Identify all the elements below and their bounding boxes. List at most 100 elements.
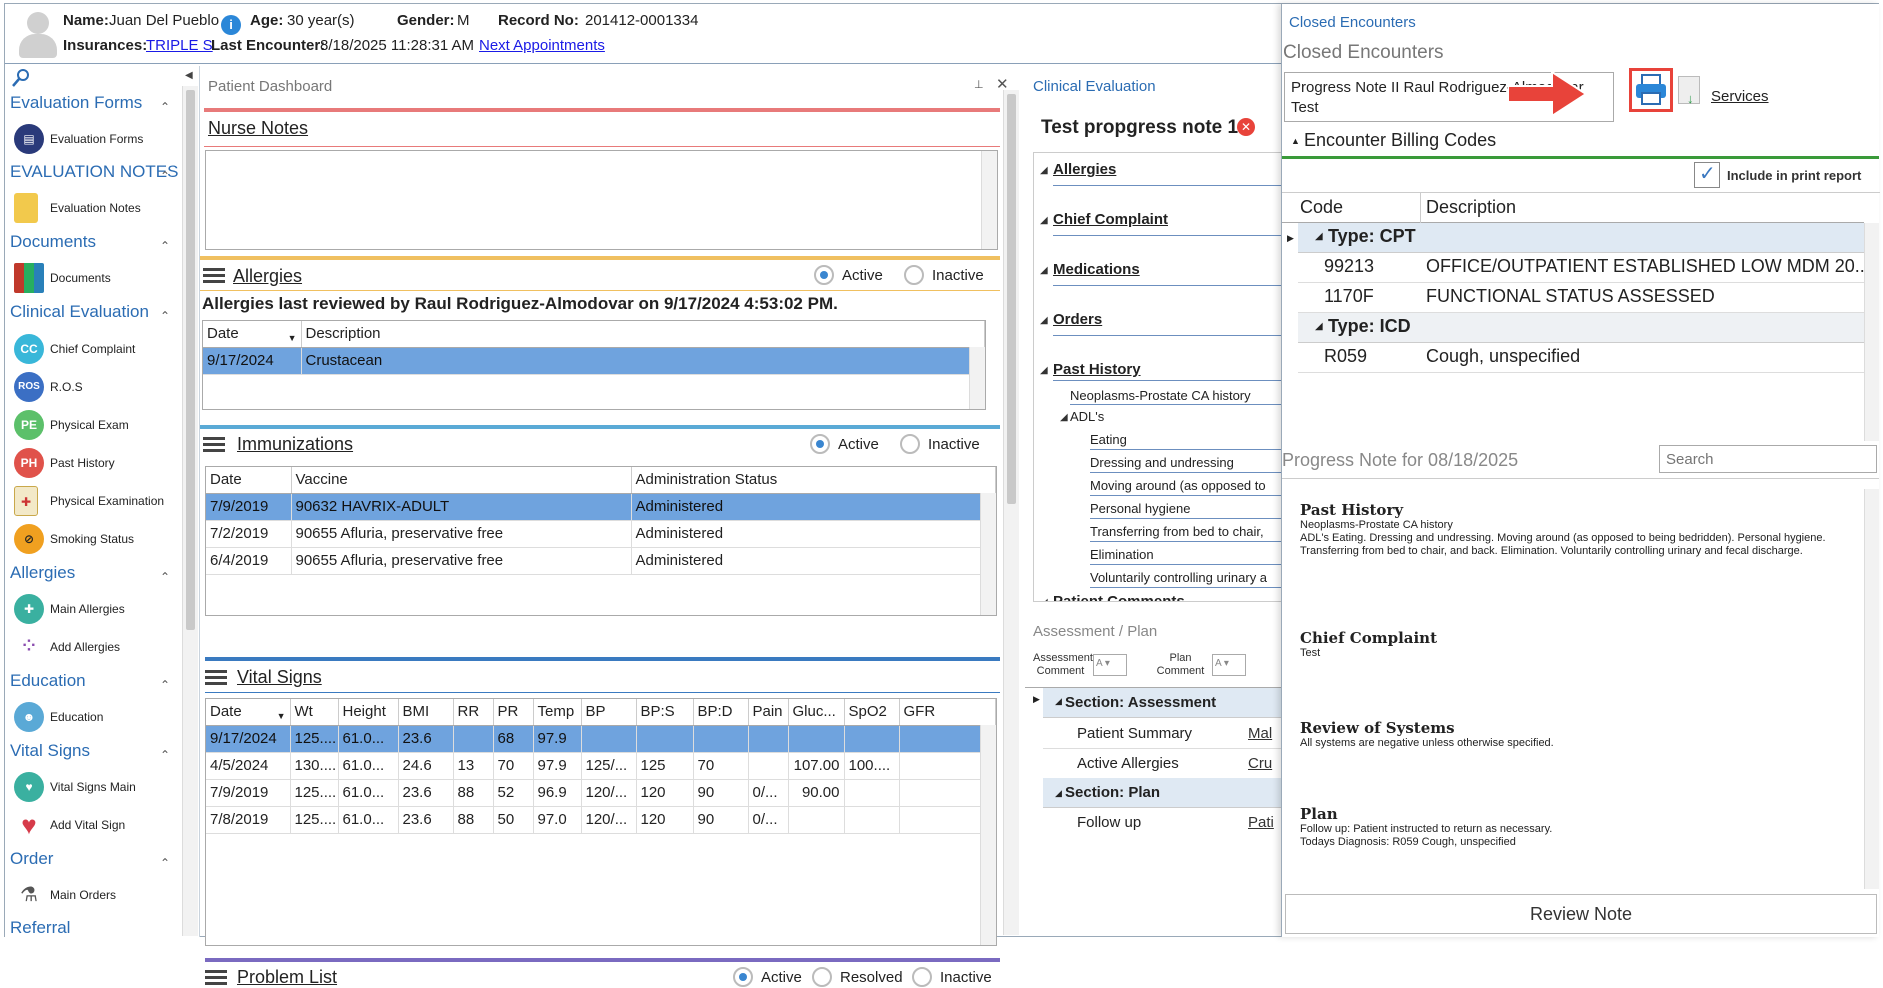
col-header-description[interactable]: Description <box>301 321 985 348</box>
cpt-description[interactable]: FUNCTIONAL STATUS ASSESSED <box>1426 286 1715 307</box>
immunizations-title[interactable]: Immunizations <box>237 434 353 455</box>
table-row[interactable]: 7/8/2019 125.... 61.0... 23.6 88 50 97.0 120/..… <box>206 806 996 834</box>
collapse-sidebar-icon[interactable]: ◀ <box>185 70 193 81</box>
scrollbar[interactable] <box>980 725 996 945</box>
sidebar-item-add-allergies[interactable]: ⁘ Add Allergies <box>10 632 160 662</box>
immunizations-inactive-radio[interactable]: Inactive <box>900 434 980 454</box>
insurance-link[interactable]: TRIPLE S <box>146 37 213 54</box>
chevron-up-icon[interactable]: ⌃ <box>160 856 170 870</box>
section-documents[interactable]: Documents <box>10 232 96 252</box>
problems-resolved-radio[interactable]: Resolved <box>812 967 903 987</box>
scrollbar[interactable] <box>969 347 985 409</box>
col-header[interactable]: BP:S <box>636 699 694 726</box>
sidebar-item-vital-signs-main[interactable]: ♥ Vital Signs Main <box>10 772 160 802</box>
scrollbar[interactable] <box>981 151 997 249</box>
tree-patient-comments[interactable]: Patient Comments <box>1053 593 1185 601</box>
tree-item[interactable]: Moving around (as opposed to <box>1090 478 1266 493</box>
section-allergies[interactable]: Allergies <box>10 563 75 583</box>
section-order[interactable]: Order <box>10 849 53 869</box>
plan-comment-dropdown[interactable]: A ▾ <box>1212 654 1246 676</box>
search-input[interactable] <box>1659 445 1877 473</box>
tree-item[interactable]: Dressing and undressing <box>1090 455 1234 470</box>
section-referral[interactable]: Referral <box>10 918 70 937</box>
sidebar-item-add-vital-sign[interactable]: ♥ Add Vital Sign <box>10 810 160 840</box>
icd-description[interactable]: Cough, unspecified <box>1426 346 1580 367</box>
col-header[interactable]: Gluc... <box>788 699 845 726</box>
export-icon[interactable]: ↓ <box>1678 76 1700 106</box>
table-row[interactable]: 9/17/2024 125.... 61.0... 23.6 68 97.9 <box>206 725 996 753</box>
scrollbar[interactable] <box>980 493 996 615</box>
type-cpt-group[interactable]: Type: CPT <box>1328 226 1416 247</box>
section-vital-signs[interactable]: Vital Signs <box>10 741 90 761</box>
allergies-active-radio[interactable]: Active <box>814 265 883 285</box>
table-row[interactable]: 4/5/2024 130.... 61.0... 24.6 13 70 97.9 125/..… <box>206 752 996 780</box>
problems-active-radio[interactable]: Active <box>733 967 802 987</box>
section-evaluation-notes[interactable]: EVALUATION NOTES <box>10 162 178 182</box>
menu-icon[interactable] <box>205 970 227 986</box>
cpt-code[interactable]: 1170F <box>1324 286 1374 307</box>
type-icd-group[interactable]: Type: ICD <box>1328 316 1411 337</box>
nurse-notes-title[interactable]: Nurse Notes <box>208 118 308 139</box>
menu-icon[interactable] <box>203 268 225 284</box>
sidebar-item-physical-exam[interactable]: PE Physical Exam <box>10 410 160 440</box>
sidebar-item-chief-complaint[interactable]: CC Chief Complaint <box>10 334 160 364</box>
sidebar-item-education[interactable]: ☻ Education <box>10 702 160 732</box>
menu-icon[interactable] <box>205 670 227 686</box>
tree-orders[interactable]: Orders <box>1053 311 1102 328</box>
col-header[interactable]: RR <box>453 699 494 726</box>
tree-allergies[interactable]: Allergies <box>1053 161 1116 178</box>
chevron-up-icon[interactable]: ⌃ <box>160 100 170 114</box>
sidebar-item-documents[interactable]: Documents <box>10 263 160 293</box>
chevron-up-icon[interactable]: ⌃ <box>160 678 170 692</box>
section-evaluation-forms[interactable]: Evaluation Forms <box>10 93 142 113</box>
col-header[interactable]: BP <box>581 699 637 726</box>
menu-icon[interactable] <box>203 437 225 453</box>
problem-list-title[interactable]: Problem List <box>237 967 337 988</box>
tree-item[interactable]: Transferring from bed to chair, <box>1090 524 1264 539</box>
follow-up-value[interactable]: Pati <box>1248 814 1274 831</box>
col-header-date[interactable]: Date ▼ <box>203 321 302 348</box>
info-icon[interactable]: i <box>221 15 241 35</box>
patient-summary-value[interactable]: Mal <box>1248 725 1272 742</box>
col-header-vaccine[interactable]: Vaccine <box>291 467 632 494</box>
sidebar-item-main-allergies[interactable]: ✚ Main Allergies <box>10 594 160 624</box>
cpt-code[interactable]: 99213 <box>1324 256 1374 277</box>
sidebar-item-evaluation-notes[interactable]: Evaluation Notes <box>10 193 160 223</box>
chevron-up-icon[interactable]: ⌃ <box>160 570 170 584</box>
tree-item[interactable]: Neoplasms-Prostate CA history <box>1070 388 1251 403</box>
col-header-code[interactable]: Code <box>1300 197 1343 218</box>
chevron-up-icon[interactable]: ⌃ <box>160 309 170 323</box>
table-row[interactable]: 6/4/2019 90655 Afluria, preservative free… <box>206 547 996 575</box>
section-assessment[interactable]: Section: Assessment <box>1065 694 1216 711</box>
collapse-icon[interactable]: ▲ <box>1291 136 1300 146</box>
review-note-button[interactable]: Review Note <box>1285 894 1877 934</box>
search-icon[interactable] <box>11 68 31 88</box>
tree-past-history[interactable]: Past History <box>1053 361 1141 378</box>
allergies-inactive-radio[interactable]: Inactive <box>904 265 984 285</box>
col-header[interactable]: Temp <box>533 699 582 726</box>
section-education[interactable]: Education <box>10 671 86 691</box>
scrollbar[interactable] <box>1864 489 1879 889</box>
tree-item[interactable]: Elimination <box>1090 547 1154 562</box>
vital-signs-title[interactable]: Vital Signs <box>237 667 322 688</box>
col-header-date[interactable]: Date <box>206 467 292 494</box>
sidebar-item-ros[interactable]: ROS R.O.S <box>10 372 160 402</box>
sidebar-scrollbar[interactable] <box>182 86 198 936</box>
pin-icon[interactable]: ⊥ <box>974 78 984 91</box>
tree-item[interactable]: Eating <box>1090 432 1127 447</box>
col-header[interactable]: BMI <box>398 699 454 726</box>
tree-item[interactable]: ADL's <box>1070 409 1104 424</box>
table-row[interactable]: 9/17/2024 Crustacean <box>203 347 985 375</box>
chevron-up-icon[interactable]: ⌃ <box>160 239 170 253</box>
problems-inactive-radio[interactable]: Inactive <box>912 967 992 987</box>
col-header[interactable]: Wt <box>290 699 339 726</box>
tree-medications[interactable]: Medications <box>1053 261 1140 278</box>
tree-item[interactable]: Personal hygiene <box>1090 501 1190 516</box>
remove-icon[interactable]: ✕ <box>1237 118 1255 136</box>
sidebar-item-evaluation-forms[interactable]: ▤ Evaluation Forms <box>10 124 160 154</box>
col-header[interactable]: GFR <box>899 699 996 726</box>
tree-chief-complaint[interactable]: Chief Complaint <box>1053 211 1168 228</box>
sidebar-item-smoking-status[interactable]: ⊘ Smoking Status <box>10 524 160 554</box>
col-header[interactable]: BP:D <box>693 699 749 726</box>
section-plan[interactable]: Section: Plan <box>1065 784 1160 801</box>
